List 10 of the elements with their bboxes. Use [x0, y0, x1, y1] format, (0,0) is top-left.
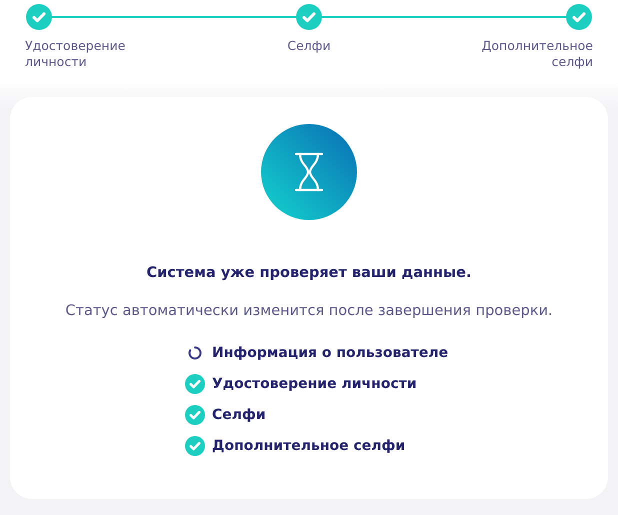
- status-title: Система уже проверяет ваши данные.: [146, 265, 472, 281]
- check-label: Информация о пользователе: [212, 345, 448, 361]
- step-label: Селфи: [287, 38, 331, 54]
- check-label: Удостоверение личности: [212, 376, 417, 392]
- step-label: Дополнительное селфи: [480, 38, 593, 70]
- hourglass-icon: [261, 124, 357, 220]
- check-label: Селфи: [212, 407, 266, 423]
- check-label: Дополнительное селфи: [212, 438, 406, 454]
- step-label: Удостоверение личности: [25, 38, 126, 70]
- status-description: Статус автоматически изменится после завершения проверки.: [65, 303, 553, 319]
